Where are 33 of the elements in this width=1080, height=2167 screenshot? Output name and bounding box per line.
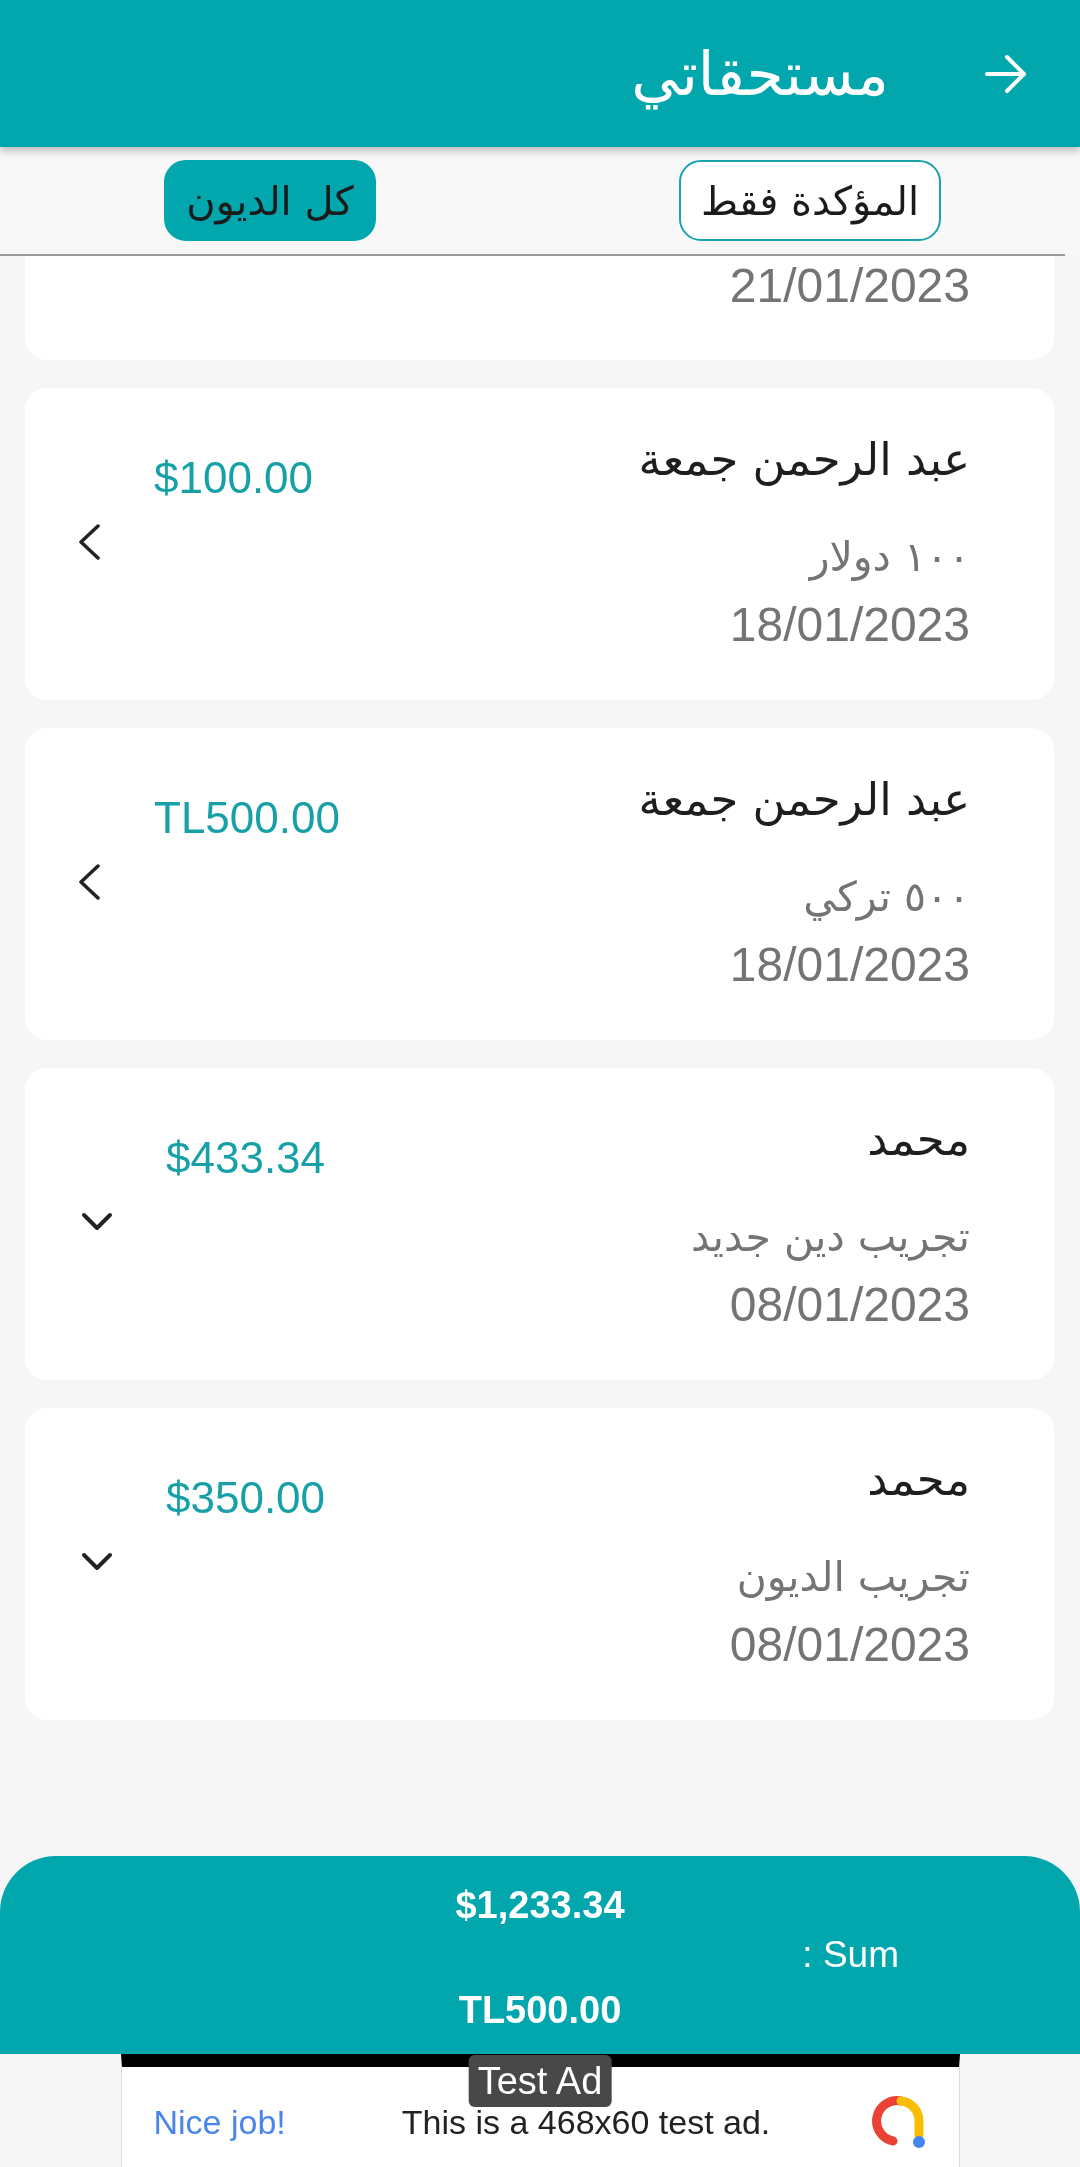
chevron-left-icon[interactable] <box>77 863 101 900</box>
ad-logo-icon <box>870 2095 927 2149</box>
ad-headline: Nice job! <box>153 2102 286 2142</box>
debt-amount: TL500.00 <box>154 792 340 844</box>
debt-date: 21/01/2023 <box>729 258 970 314</box>
back-arrow-icon[interactable] <box>985 53 1027 94</box>
total-amount: $1,233.34 <box>455 1883 625 1928</box>
filter-tab[interactable]: المؤكدة فقط <box>678 160 942 241</box>
debtor-name: محمد <box>867 1452 970 1508</box>
debt-note: ٥٠٠ تركي <box>803 872 970 923</box>
page-title: مستحقاتي <box>631 37 889 112</box>
chevron-down-icon[interactable] <box>81 1551 113 1572</box>
debt-amount: $100.00 <box>154 452 314 504</box>
debt-note: تجريب دين جديد <box>691 1212 970 1263</box>
chevron-down-icon[interactable] <box>81 1211 113 1232</box>
debt-date: 08/01/2023 <box>729 1617 970 1673</box>
debt-date: 18/01/2023 <box>729 597 970 653</box>
debt-amount: $350.00 <box>166 1472 326 1524</box>
debt-note: ١٠٠ دولار <box>809 532 970 583</box>
debt-amount: $433.34 <box>166 1132 326 1184</box>
debt-note: تجريب الديون <box>736 1552 970 1603</box>
debt-card[interactable]: 21/01/2023 <box>25 256 1054 360</box>
debtor-name: محمد <box>867 1112 970 1168</box>
chevron-left-icon[interactable] <box>77 523 101 560</box>
debtor-name: عبد الرحمن جمعة <box>638 772 970 828</box>
sum-label: : Sum <box>802 1933 899 1977</box>
debt-date: 18/01/2023 <box>729 937 970 993</box>
debt-date: 08/01/2023 <box>729 1277 970 1333</box>
total-amount: TL500.00 <box>458 1988 622 2033</box>
test-ad-tag: Test Ad <box>468 2055 612 2107</box>
filter-tab[interactable]: كل الديون <box>164 160 376 241</box>
debtor-name: عبد الرحمن جمعة <box>638 432 970 488</box>
ad-banner[interactable]: Test Ad Nice job! This is a 468x60 test ad. <box>120 2054 960 2167</box>
